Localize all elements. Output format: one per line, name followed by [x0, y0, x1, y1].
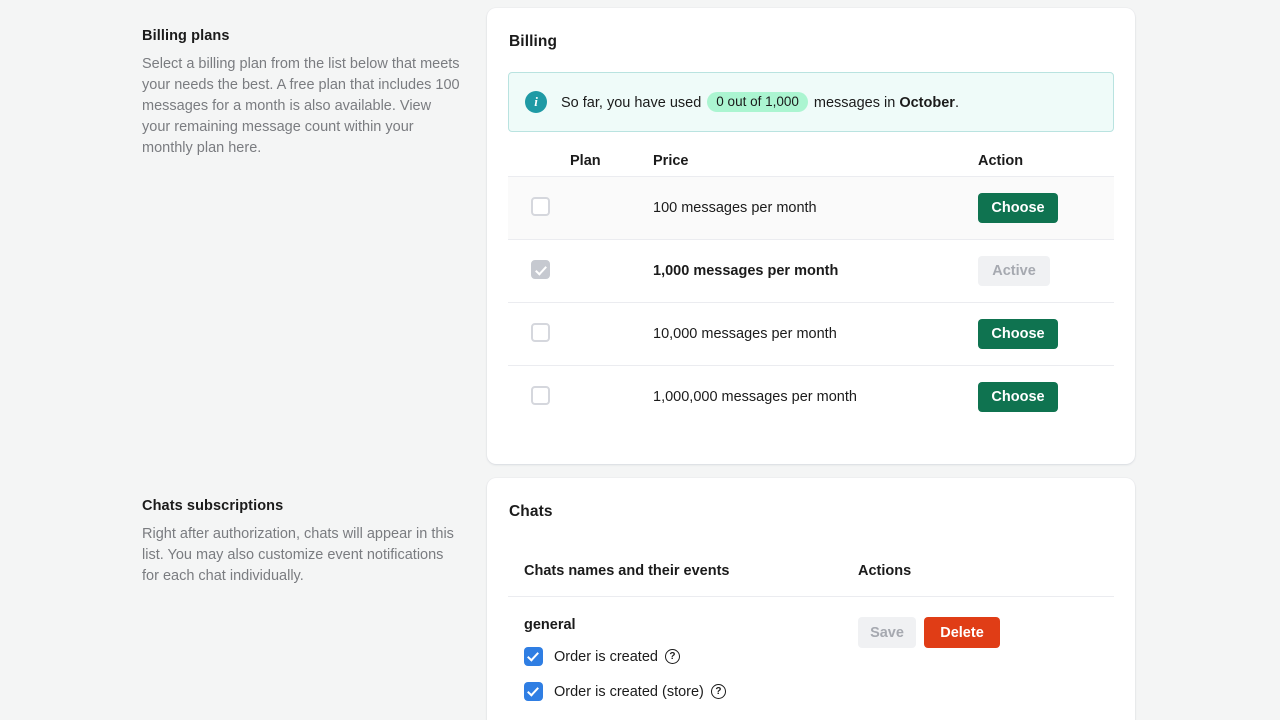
chats-table: Chats names and their events Actions gen… [508, 521, 1114, 717]
plan-price-label: 100 messages per month [653, 200, 978, 216]
chats-card-title: Chats [487, 478, 1135, 521]
usage-alert: i So far, you have used 0 out of 1,000 m… [508, 72, 1114, 132]
plan-checkbox-cell [508, 260, 653, 283]
billing-card: Billing i So far, you have used 0 out of… [487, 8, 1135, 464]
event-label: Order is created (store) [554, 684, 704, 700]
chat-row: general Order is created ? Order is crea… [508, 596, 1114, 717]
table-row[interactable]: 10,000 messages per month Choose [508, 302, 1114, 365]
table-row[interactable]: 1,000,000 messages per month Choose [508, 365, 1114, 428]
plan-checkbox-cell [508, 323, 653, 346]
chat-name-label: general [508, 617, 858, 633]
plan-checkbox-cell [508, 386, 653, 409]
usage-month: October [899, 95, 955, 111]
plan-action-cell: Active [978, 256, 1114, 286]
plan-action-cell: Choose [978, 382, 1114, 412]
plan-price-label: 10,000 messages per month [653, 326, 978, 342]
plan-action-cell: Choose [978, 319, 1114, 349]
save-button: Save [858, 617, 916, 648]
chats-subscriptions-heading: Chats subscriptions [142, 498, 460, 514]
column-header-chats-names: Chats names and their events [508, 563, 858, 579]
column-header-price: Price [653, 153, 978, 169]
event-checkbox[interactable] [524, 647, 543, 666]
column-header-plan: Plan [508, 153, 653, 169]
billing-settings-page: Billing plans Select a billing plan from… [0, 0, 1280, 720]
plan-checkbox-checked [531, 260, 550, 279]
chats-subscriptions-description-block: Chats subscriptions Right after authoriz… [142, 498, 460, 587]
plan-checkbox[interactable] [531, 197, 550, 216]
chat-events-cell: general Order is created ? Order is crea… [508, 617, 858, 717]
plan-checkbox[interactable] [531, 386, 550, 405]
event-checkbox[interactable] [524, 682, 543, 701]
choose-button[interactable]: Choose [978, 319, 1058, 349]
choose-button[interactable]: Choose [978, 382, 1058, 412]
billing-plans-description: Select a billing plan from the list belo… [142, 54, 460, 159]
billing-plans-heading: Billing plans [142, 28, 460, 44]
choose-button[interactable]: Choose [978, 193, 1058, 223]
event-label: Order is created [554, 649, 658, 665]
usage-text-after: . [955, 95, 959, 111]
help-circle-icon[interactable]: ? [665, 649, 680, 664]
chats-table-header: Chats names and their events Actions [508, 545, 1114, 579]
chat-event-item[interactable]: Order is created ? [524, 647, 858, 666]
chat-event-item[interactable]: Order is created (store) ? [524, 682, 858, 701]
table-row[interactable]: 100 messages per month Choose [508, 176, 1114, 239]
active-plan-button: Active [978, 256, 1050, 286]
usage-count-badge: 0 out of 1,000 [707, 92, 808, 112]
chats-subscriptions-description: Right after authorization, chats will ap… [142, 524, 460, 587]
plan-checkbox[interactable] [531, 323, 550, 342]
plan-price-label: 1,000 messages per month [653, 263, 978, 279]
plans-table: Plan Price Action 100 messages per month… [508, 132, 1114, 428]
info-icon: i [525, 91, 547, 113]
plan-price-label: 1,000,000 messages per month [653, 389, 978, 405]
usage-text-middle: messages in [814, 95, 895, 111]
chats-card: Chats Chats names and their events Actio… [487, 478, 1135, 720]
delete-button[interactable]: Delete [924, 617, 1000, 648]
plans-table-header: Plan Price Action [508, 132, 1114, 176]
column-header-action: Action [978, 153, 1114, 169]
plan-action-cell: Choose [978, 193, 1114, 223]
usage-alert-text: So far, you have used 0 out of 1,000 mes… [561, 92, 959, 113]
usage-text-before: So far, you have used [561, 95, 701, 111]
chat-actions-cell: Save Delete [858, 617, 1114, 717]
table-row[interactable]: 1,000 messages per month Active [508, 239, 1114, 302]
help-circle-icon[interactable]: ? [711, 684, 726, 699]
chat-actions-group: Save Delete [858, 617, 1114, 648]
billing-card-title: Billing [487, 8, 1135, 51]
column-header-actions: Actions [858, 563, 1114, 579]
billing-plans-description-block: Billing plans Select a billing plan from… [142, 28, 460, 159]
plan-checkbox-cell [508, 197, 653, 220]
